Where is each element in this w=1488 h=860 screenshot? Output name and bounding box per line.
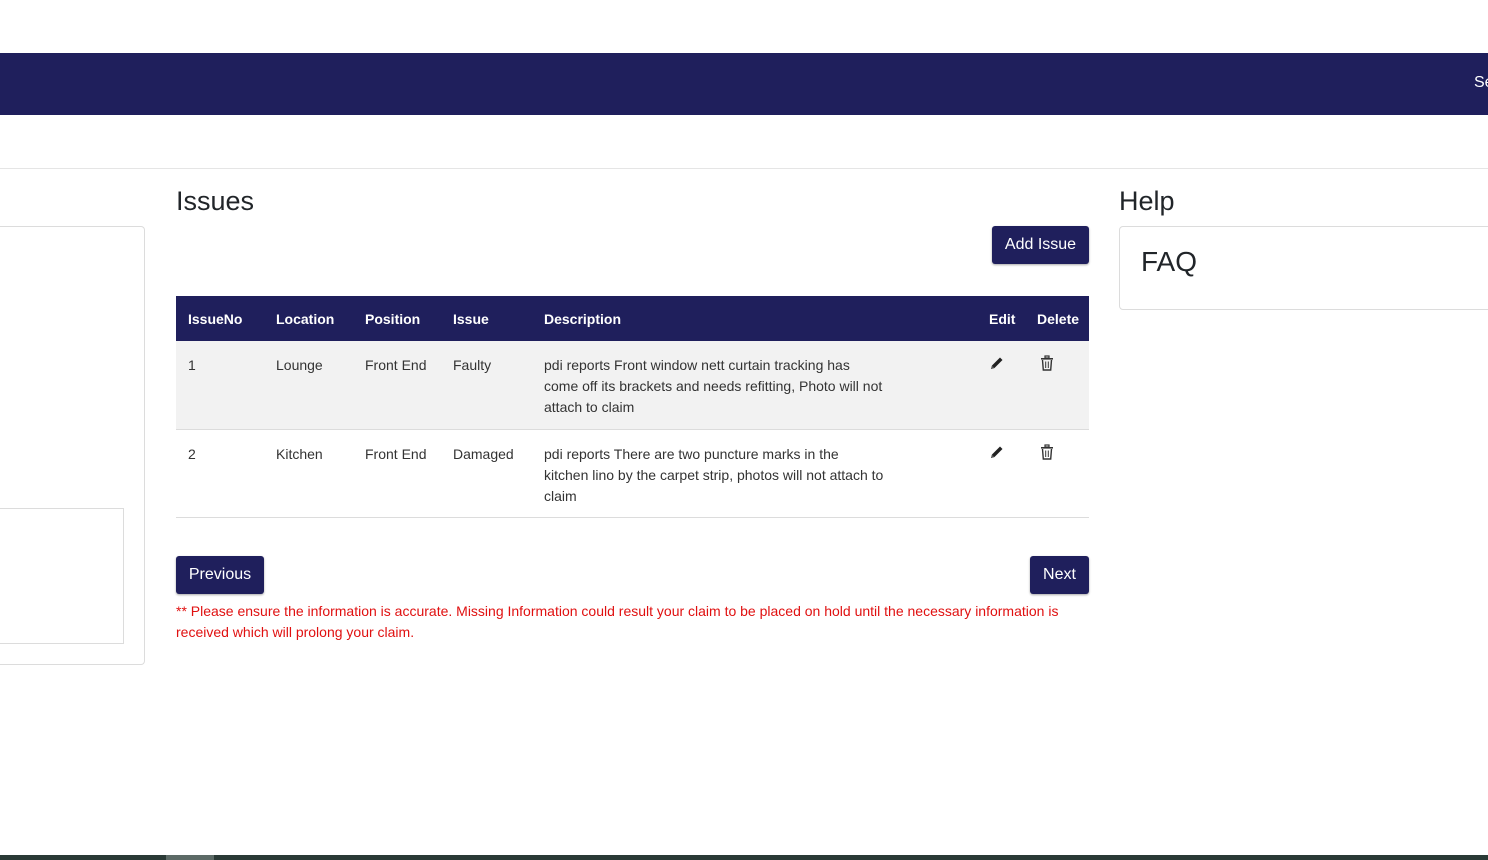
cell-location: Kitchen bbox=[264, 429, 353, 518]
column-header-delete: Delete bbox=[1025, 296, 1089, 341]
trash-icon[interactable] bbox=[1040, 355, 1054, 377]
taskbar-active-tab[interactable] bbox=[166, 855, 214, 860]
previous-button[interactable]: Previous bbox=[176, 556, 264, 594]
column-header-issue[interactable]: Issue bbox=[441, 296, 532, 341]
table-row: 2 Kitchen Front End Damaged pdi reports … bbox=[176, 429, 1089, 518]
cell-issue: Damaged bbox=[441, 429, 532, 518]
cell-issueno: 2 bbox=[176, 429, 264, 518]
next-button[interactable]: Next bbox=[1030, 556, 1089, 594]
issues-title: Issues bbox=[176, 186, 255, 216]
top-navbar: Se bbox=[0, 53, 1488, 115]
table-header-row: IssueNo Location Position Issue Descript… bbox=[176, 296, 1089, 341]
cell-delete bbox=[1025, 429, 1089, 518]
taskbar-strip bbox=[0, 855, 1488, 860]
pencil-icon[interactable] bbox=[989, 444, 1005, 466]
help-title: Help bbox=[1119, 186, 1175, 216]
cell-location: Lounge bbox=[264, 341, 353, 430]
description-text: pdi reports There are two puncture marks… bbox=[544, 445, 884, 504]
cell-issueno: 1 bbox=[176, 341, 264, 430]
cell-position: Front End bbox=[353, 429, 441, 518]
column-header-position[interactable]: Position bbox=[353, 296, 441, 341]
column-header-issueno[interactable]: IssueNo bbox=[176, 296, 264, 341]
cell-description: pdi reports There are two puncture marks… bbox=[532, 429, 977, 518]
cell-edit bbox=[977, 429, 1025, 518]
pencil-icon[interactable] bbox=[989, 355, 1005, 377]
help-card: FAQ bbox=[1119, 226, 1488, 310]
cell-description: pdi reports Front window nett curtain tr… bbox=[532, 341, 977, 430]
trash-icon[interactable] bbox=[1040, 443, 1054, 466]
column-header-description[interactable]: Description bbox=[532, 296, 977, 341]
description-text: pdi reports Front window nett curtain tr… bbox=[544, 357, 883, 415]
cell-edit bbox=[977, 341, 1025, 430]
add-issue-button[interactable]: Add Issue bbox=[992, 226, 1089, 264]
column-header-location[interactable]: Location bbox=[264, 296, 353, 341]
navbar-cut-text[interactable]: Se bbox=[1474, 74, 1488, 92]
table-row: 1 Lounge Front End Faulty pdi reports Fr… bbox=[176, 341, 1089, 430]
column-header-edit: Edit bbox=[977, 296, 1025, 341]
subbar-divider bbox=[0, 168, 1488, 169]
cell-delete bbox=[1025, 341, 1089, 430]
cell-position: Front End bbox=[353, 341, 441, 430]
issues-table: IssueNo Location Position Issue Descript… bbox=[176, 296, 1089, 518]
faq-heading[interactable]: FAQ bbox=[1141, 246, 1197, 278]
cell-issue: Faulty bbox=[441, 341, 532, 430]
warning-message: ** Please ensure the information is accu… bbox=[176, 603, 1059, 640]
left-panel-inner-box bbox=[0, 508, 124, 644]
